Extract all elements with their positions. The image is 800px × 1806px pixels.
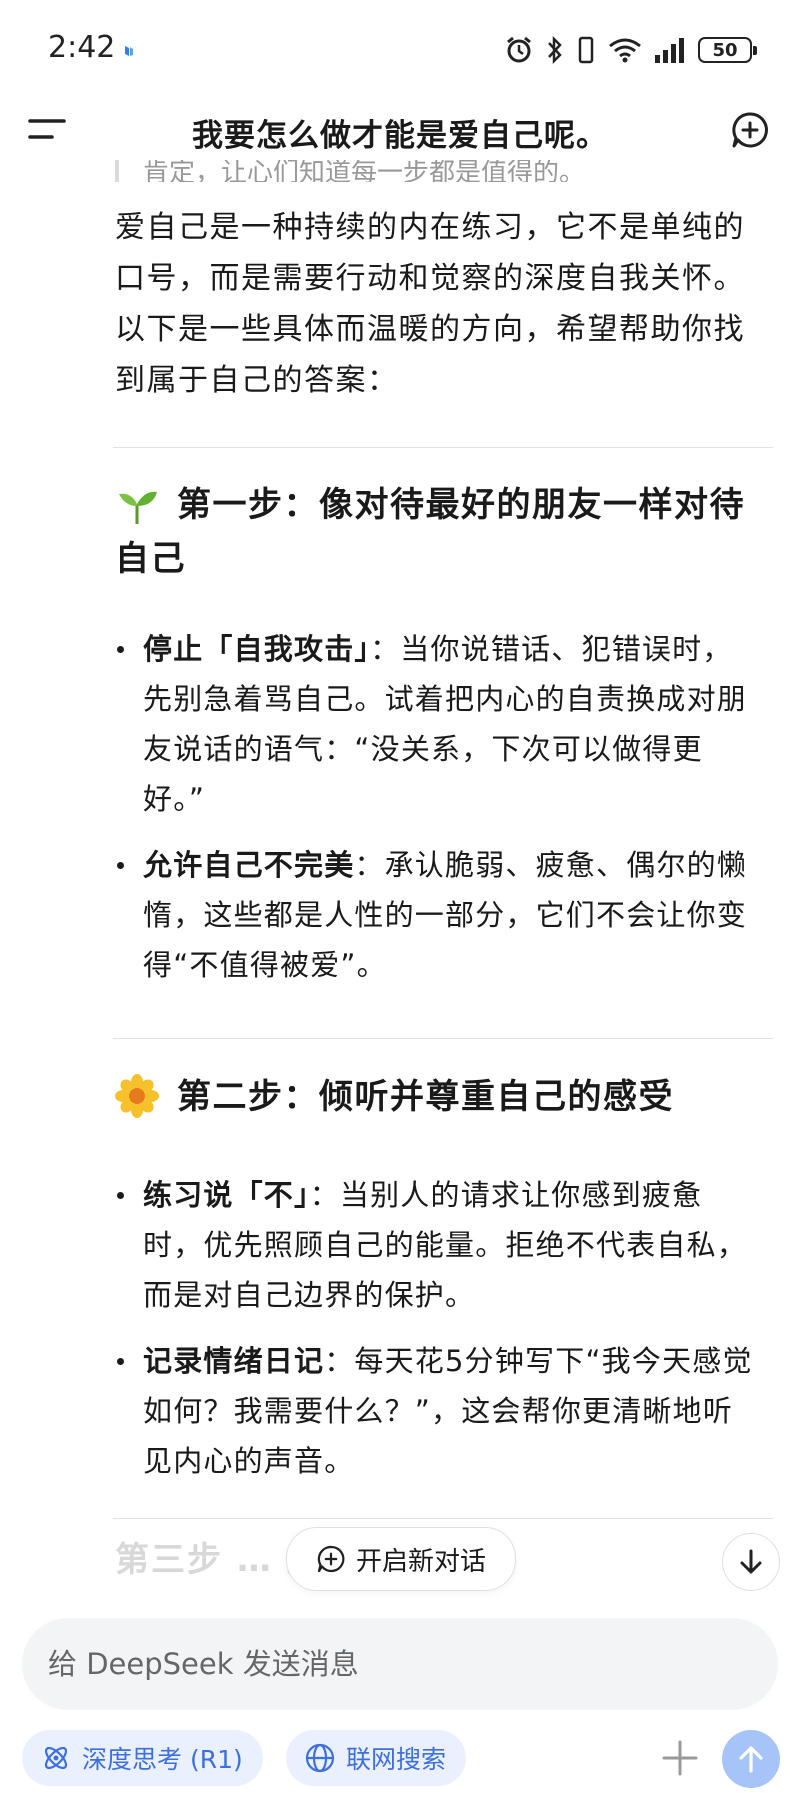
atom-icon <box>44 1746 68 1770</box>
section-heading-2: 第二步：倾听并尊重自己的感受 <box>115 1070 775 1124</box>
message-input[interactable] <box>46 1646 778 1682</box>
divider <box>113 1518 773 1519</box>
globe-icon <box>305 1743 335 1773</box>
status-bar: 2:42 50 <box>0 0 800 100</box>
scroll-down-button[interactable] <box>722 1533 780 1591</box>
new-chat-button[interactable]: 开启新对话 <box>286 1527 516 1591</box>
bullet-bold: 练习说「不」 <box>143 1178 310 1212</box>
bullet-bold: 停止「自我攻击」 <box>143 632 371 666</box>
web-search-button[interactable]: 联网搜索 <box>286 1730 467 1786</box>
plus-icon[interactable] <box>660 1738 700 1778</box>
intro-paragraph: 爱自己是一种持续的内在练习，它不是单纯的口号，而是需要行动和觉察的深度自我关怀。… <box>115 210 745 398</box>
deep-think-button[interactable]: 深度思考 (R1) <box>22 1730 263 1786</box>
page-title: 我要怎么做才能是爱自己呢。 <box>192 118 608 154</box>
list-item: 允许自己不完美：承认脆弱、疲惫、偶尔的懒惰，这些都是人性的一部分，它们不会让你变… <box>115 840 760 990</box>
new-chat-icon <box>317 1545 345 1573</box>
bullet-list-1: 停止「自我攻击」：当你说错话、犯错误时，先别急着骂自己。试着把内心的自责换成对朋… <box>115 624 760 1006</box>
section-heading-1: 第一步：像对待最好的朋友一样对待自己 <box>115 478 775 586</box>
section-title: 第二步：倾听并尊重自己的感受 <box>177 1077 674 1117</box>
section-title: 第一步：像对待最好的朋友一样对待自己 <box>115 485 745 579</box>
battery-level: 50 <box>712 39 738 61</box>
new-chat-icon[interactable] <box>730 110 770 150</box>
bullet-bold: 记录情绪日记 <box>143 1344 325 1378</box>
list-item: 停止「自我攻击」：当你说错话、犯错误时，先别急着骂自己。试着把内心的自责换成对朋… <box>115 624 760 824</box>
list-item: 练习说「不」：当别人的请求让你感到疲惫时，优先照顾自己的能量。拒绝不代表自私，而… <box>115 1170 760 1320</box>
web-search-label: 联网搜索 <box>346 1745 447 1774</box>
signal-icon <box>655 38 684 63</box>
quote-fragment: 肯定，让心们知道每一步都是值得的。 <box>115 160 783 182</box>
status-icons: 50 <box>504 32 757 68</box>
bluetooth-icon <box>548 35 562 65</box>
seedling-icon <box>119 491 157 524</box>
message-input-box[interactable] <box>22 1618 778 1710</box>
status-time: 2:42 <box>48 30 116 65</box>
composer-toolbar: 深度思考 (R1) 联网搜索 <box>0 1730 800 1790</box>
send-button[interactable] <box>722 1730 780 1788</box>
divider <box>113 1038 773 1039</box>
chat-header: 我要怎么做才能是爱自己呢。 <box>0 100 800 160</box>
arrow-down-icon <box>740 1549 762 1574</box>
battery-icon: 50 <box>698 37 757 63</box>
notification-dot-icon <box>125 46 133 56</box>
arrow-up-icon <box>739 1746 763 1773</box>
blossom-icon <box>115 1073 159 1118</box>
new-chat-label: 开启新对话 <box>355 1546 486 1577</box>
bullet-bold: 允许自己不完美 <box>143 848 355 882</box>
divider <box>113 447 773 448</box>
wifi-icon <box>609 38 641 63</box>
vibrate-icon <box>578 36 594 64</box>
message-content: 肯定，让心们知道每一步都是值得的。 爱自己是一种持续的内在练习，它不是单纯的口号… <box>0 160 800 1605</box>
bullet-list-2: 练习说「不」：当别人的请求让你感到疲惫时，优先照顾自己的能量。拒绝不代表自私，而… <box>115 1170 760 1502</box>
list-item: 记录情绪日记：每天花5分钟写下“我今天感觉如何？我需要什么？”，这会帮你更清晰地… <box>115 1336 760 1486</box>
deep-think-label: 深度思考 (R1) <box>82 1745 243 1774</box>
alarm-icon <box>507 36 531 63</box>
